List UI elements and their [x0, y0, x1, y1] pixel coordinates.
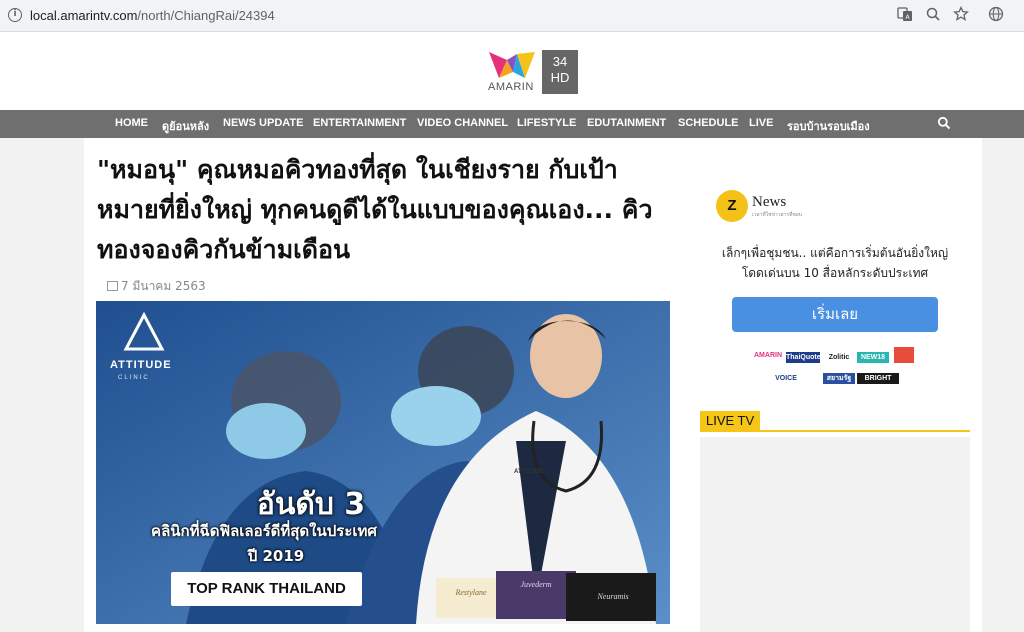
browser-address-bar: i local.amarintv.com/north/ChiangRai/243… — [0, 0, 1024, 32]
live-tv-header: LIVE TV — [700, 411, 970, 432]
url-path: /north/ChiangRai/24394 — [137, 8, 275, 23]
nav-item-replay[interactable]: ดูย้อนหลัง — [162, 117, 209, 135]
nav-item-lifestyle[interactable]: LIFESTYLE — [517, 117, 576, 129]
partner-logo-red-badge — [894, 347, 914, 363]
article-hero-image[interactable]: ATTITUDE CLINIC อันดับ 3 คลินิกที่ฉีดฟิล… — [96, 301, 670, 624]
extension-globe-icon[interactable] — [986, 6, 1006, 26]
main-nav: HOME ดูย้อนหลัง NEWS UPDATE ENTERTAINMEN… — [0, 110, 1024, 138]
live-tv-player[interactable] — [700, 437, 970, 632]
partner-logo-new18: NEW18 — [857, 352, 889, 363]
calendar-icon — [107, 281, 118, 291]
hero-product-box-1: Restylane — [455, 588, 487, 597]
nav-item-entertainment[interactable]: ENTERTAINMENT — [313, 117, 406, 129]
url-domain: local.amarintv.com — [30, 8, 138, 23]
zoom-icon[interactable] — [923, 6, 943, 26]
ad-text-line2: โดดเด่นบน 10 สื่อหลักระดับประเทศ — [741, 266, 929, 280]
nav-item-video-channel[interactable]: VIDEO CHANNEL — [417, 117, 508, 129]
hero-product-box-3: Neuramis — [597, 592, 629, 601]
translate-icon[interactable]: A — [895, 6, 915, 26]
nav-item-local[interactable]: รอบบ้านรอบเมือง — [787, 117, 870, 135]
search-icon[interactable] — [937, 116, 951, 130]
znews-tagline: เวลาที่ใช่ข่าวสารที่ชอบ — [752, 212, 802, 218]
site-info-icon[interactable]: i — [8, 8, 22, 22]
bookmark-star-icon[interactable] — [951, 5, 971, 26]
article-date: 7 มีนาคม 2563 — [107, 277, 206, 296]
hero-product-box-2: Juvederm — [520, 580, 552, 589]
hero-brand: ATTITUDE — [110, 359, 172, 371]
article-date-text: 7 มีนาคม 2563 — [121, 279, 206, 293]
hero-coat-logo: ATTITUDE — [514, 469, 544, 475]
partner-logo-siamrath: สยามรัฐ — [823, 373, 855, 384]
nav-item-live[interactable]: LIVE — [749, 117, 773, 129]
partner-logo-zolitic: Zolitic — [828, 354, 850, 361]
nav-item-schedule[interactable]: SCHEDULE — [678, 117, 739, 129]
url-field[interactable]: local.amarintv.com/north/ChiangRai/24394 — [30, 8, 275, 23]
nav-item-edutainment[interactable]: EDUTAINMENT — [587, 117, 666, 129]
hero-rank-year: ปี 2019 — [247, 547, 305, 565]
channel-hd: HD — [550, 70, 570, 85]
top-rank-thailand-badge: TOP RANK THAILAND — [171, 572, 362, 606]
partner-logo-voice: VOICE — [775, 375, 797, 382]
znews-wordmark: News — [752, 194, 787, 210]
channel-number: 34 — [552, 54, 568, 69]
article-title: "หมอนุ" คุณหมอคิวทองที่สุด ในเชียงราย กั… — [97, 155, 653, 264]
nav-item-home[interactable]: HOME — [115, 117, 148, 129]
channel-badge: 34 HD — [542, 50, 578, 94]
ad-text-line1: เล็กๆเพื่อชุมชน.. แต่คือการเริ่มต้นอันยิ… — [721, 246, 949, 260]
ad-text: เล็กๆเพื่อชุมชน.. แต่คือการเริ่มต้นอันยิ… — [700, 243, 970, 283]
live-tv-label: LIVE TV — [700, 411, 761, 430]
znews-z-mark: Z — [716, 190, 748, 222]
start-now-button[interactable]: เริ่มเลย — [732, 297, 938, 332]
amarin-crown-icon — [489, 52, 535, 78]
partner-logo-thaiquote: ThaiQuote — [786, 352, 821, 363]
partner-logo-amarin: AMARIN — [754, 352, 782, 359]
nav-item-news-update[interactable]: NEWS UPDATE — [223, 117, 303, 129]
logo-text: AMARIN — [488, 81, 534, 93]
hero-rank-line2: คลินิกที่ฉีดฟิลเลอร์ดีที่สุดในประเทศ — [151, 522, 377, 540]
hero-brand-sub: CLINIC — [118, 375, 150, 381]
partner-logo-bright: BRIGHT — [857, 373, 899, 384]
